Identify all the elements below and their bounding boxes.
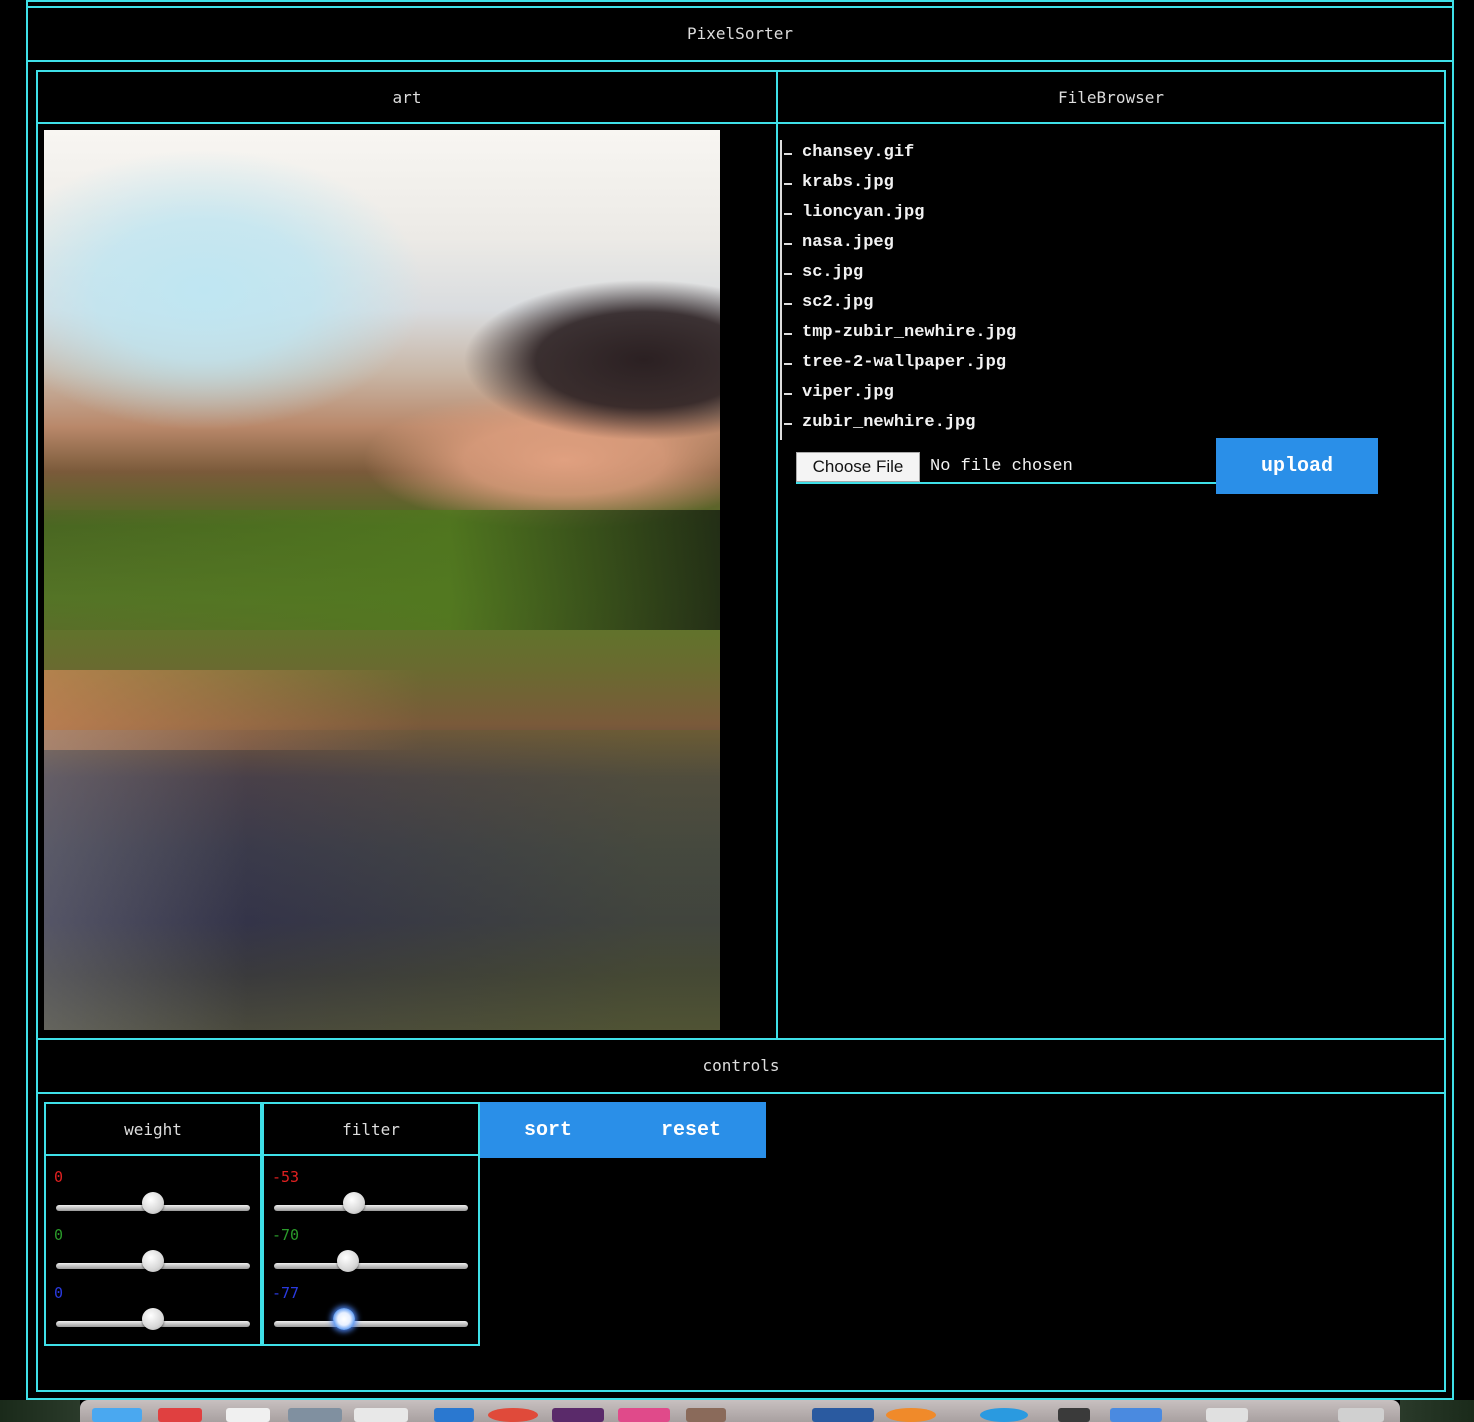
calendar-icon[interactable] (158, 1408, 202, 1422)
controls-panel: controls (38, 1040, 1444, 1092)
document-icon[interactable] (1206, 1408, 1248, 1422)
weight-header: weight (46, 1104, 260, 1154)
slack-icon[interactable] (552, 1408, 604, 1422)
filter-blue-slider-thumb[interactable] (332, 1308, 355, 1330)
notes-icon[interactable] (226, 1408, 270, 1422)
choose-file-button[interactable]: Choose File (796, 452, 920, 482)
xcode-icon[interactable] (812, 1408, 874, 1422)
file-item[interactable]: chansey.gif (780, 138, 1016, 168)
controls-title: controls (702, 1056, 780, 1075)
file-item[interactable]: tree-2-wallpaper.jpg (780, 348, 1016, 378)
file-item[interactable]: sc2.jpg (780, 288, 1016, 318)
weight-green-slider-thumb[interactable] (142, 1250, 164, 1272)
filter-blue-value: -77 (272, 1284, 300, 1302)
app-title: PixelSorter (687, 24, 793, 43)
file-item[interactable]: lioncyan.jpg (780, 198, 1016, 228)
file-input[interactable]: Choose File No file chosen (796, 452, 1216, 484)
mail-icon[interactable] (1110, 1408, 1162, 1422)
dock (80, 1400, 1400, 1422)
textedit-icon[interactable] (354, 1408, 408, 1422)
weight-red-slider-thumb[interactable] (142, 1192, 164, 1214)
terminal-icon[interactable] (1058, 1408, 1090, 1422)
filter-header: filter (264, 1104, 478, 1154)
reset-button[interactable]: reset (620, 1102, 762, 1158)
art-panel-title: art (392, 88, 422, 107)
no-file-chosen-text: No file chosen (930, 457, 1073, 476)
sort-button[interactable]: sort (480, 1102, 616, 1158)
file-browser-header-divider (778, 122, 1446, 124)
filter-green-slider-thumb[interactable] (336, 1250, 359, 1272)
art-header-divider (36, 122, 778, 124)
upload-button[interactable]: upload (1216, 438, 1378, 494)
weight-title: weight (124, 1120, 182, 1139)
photos-icon[interactable] (618, 1408, 670, 1422)
filter-red-slider-thumb[interactable] (342, 1192, 365, 1214)
file-list: chansey.gif krabs.jpg lioncyan.jpg nasa.… (780, 138, 1016, 438)
art-image-region (44, 730, 720, 1030)
filter-green-slider[interactable] (274, 1263, 468, 1269)
chrome-icon[interactable] (488, 1408, 538, 1422)
launchpad-icon[interactable] (686, 1408, 726, 1422)
safari-icon[interactable] (980, 1408, 1028, 1422)
trash-icon[interactable] (1338, 1408, 1384, 1422)
weight-green-value: 0 (54, 1226, 64, 1244)
art-image[interactable] (44, 130, 720, 1030)
art-image-region (44, 510, 720, 630)
filter-green-value: -70 (272, 1226, 300, 1244)
firefox-icon[interactable] (886, 1408, 936, 1422)
filter-blue-slider[interactable] (274, 1321, 468, 1327)
weight-blue-slider-thumb[interactable] (142, 1308, 164, 1330)
filter-header-divider (262, 1154, 480, 1156)
filter-title: filter (342, 1120, 400, 1139)
finder-icon[interactable] (92, 1408, 142, 1422)
file-item[interactable]: nasa.jpeg (780, 228, 1016, 258)
app-store-icon[interactable] (434, 1408, 474, 1422)
file-item[interactable]: krabs.jpg (780, 168, 1016, 198)
filter-red-slider[interactable] (274, 1205, 468, 1211)
desktop-strip-left (0, 1400, 80, 1422)
controls-header-divider (36, 1092, 1446, 1094)
file-item[interactable]: viper.jpg (780, 378, 1016, 408)
desktop-strip-right (1400, 1400, 1474, 1422)
file-browser-title: FileBrowser (1058, 88, 1164, 107)
weight-red-value: 0 (54, 1168, 64, 1186)
app-title-bar: PixelSorter (28, 8, 1452, 60)
preview-icon[interactable] (288, 1408, 342, 1422)
filter-red-value: -53 (272, 1168, 300, 1186)
file-item[interactable]: sc.jpg (780, 258, 1016, 288)
title-divider (26, 60, 1454, 62)
weight-blue-value: 0 (54, 1284, 64, 1302)
file-item[interactable]: zubir_newhire.jpg (780, 408, 1016, 438)
weight-header-divider (44, 1154, 262, 1156)
file-item[interactable]: tmp-zubir_newhire.jpg (780, 318, 1016, 348)
